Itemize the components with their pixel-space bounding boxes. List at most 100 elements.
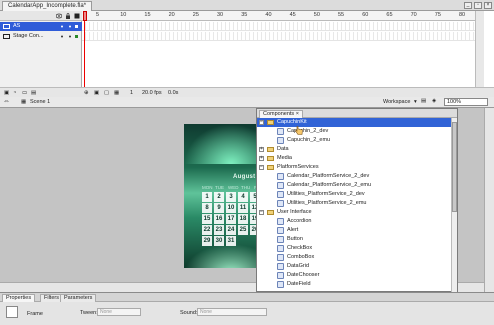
close-icon[interactable]: × <box>296 111 299 117</box>
component-item[interactable]: Utilities_PlatformService_2_dev <box>257 190 451 199</box>
component-item[interactable]: Alert <box>257 226 451 235</box>
collapse-icon[interactable]: − <box>259 120 264 125</box>
component-icon <box>277 281 284 288</box>
date-cell[interactable]: 9 <box>214 203 224 213</box>
tab-properties[interactable]: Properties <box>2 294 36 302</box>
zoom-select[interactable]: 100% <box>444 98 488 106</box>
date-cell[interactable]: 10 <box>226 203 236 213</box>
timeline-scrollbar[interactable] <box>475 11 484 97</box>
components-scrollbar[interactable] <box>451 118 457 292</box>
component-item[interactable]: DateChooser <box>257 271 451 280</box>
close-icon[interactable]: × <box>484 2 492 9</box>
component-folder[interactable]: − CapuchinKit <box>257 118 451 127</box>
tween-select[interactable]: None <box>97 308 141 316</box>
frame-number: 15 <box>144 12 151 18</box>
collapse-icon[interactable]: − <box>259 210 264 215</box>
stage-vertical-scrollbar[interactable] <box>484 108 494 292</box>
layer-toggles[interactable] <box>59 25 79 28</box>
onion-skin-icon[interactable]: ▣ <box>94 90 99 96</box>
outline-icon[interactable] <box>74 13 80 19</box>
component-folder[interactable]: − PlatformServices <box>257 163 451 172</box>
center-frame-icon[interactable]: ⊕ <box>84 90 89 96</box>
frames-row-stage-content[interactable] <box>82 32 484 41</box>
restore-icon[interactable]: ▫ <box>474 2 482 9</box>
document-tab[interactable]: CalendarApp_Incomplete.fla* <box>2 1 93 11</box>
component-item[interactable]: Capuchin_2_emu <box>257 136 451 145</box>
frame-ruler[interactable]: 5 10 15 20 25 30 35 40 45 50 55 60 65 70 75 80 <box>82 11 484 21</box>
component-label: CheckBox <box>287 245 313 251</box>
workspace-dropdown-icon[interactable]: ▾ <box>414 99 417 105</box>
layer-toggles[interactable] <box>59 35 79 38</box>
frame-number: 75 <box>434 12 441 18</box>
frames-area[interactable]: 5 10 15 20 25 30 35 40 45 50 55 60 65 70 75 80 <box>82 11 484 97</box>
component-label: Calendar_PlatformService_2_dev <box>287 173 370 179</box>
component-item[interactable]: Accordion <box>257 217 451 226</box>
component-item[interactable]: Calendar_PlatformService_2_emu <box>257 181 451 190</box>
playhead[interactable] <box>83 11 87 87</box>
playhead-handle[interactable] <box>83 11 87 21</box>
date-cell[interactable]: 25 <box>238 225 248 235</box>
date-cell[interactable]: 22 <box>202 225 212 235</box>
lock-icon[interactable] <box>65 13 71 19</box>
date-cell[interactable]: 1 <box>202 192 212 202</box>
component-item[interactable]: Button <box>257 235 451 244</box>
components-tab[interactable]: Components × <box>259 110 303 118</box>
component-label: User Interface <box>277 209 312 215</box>
component-folder[interactable]: − User Interface <box>257 208 451 217</box>
edit-frames-icon[interactable]: ▦ <box>114 90 119 96</box>
layer-row-as[interactable]: AS <box>0 22 82 31</box>
component-item[interactable]: DateField <box>257 280 451 289</box>
sound-select[interactable]: None <box>197 308 267 316</box>
component-icon <box>277 191 284 198</box>
component-item[interactable]: DataGrid <box>257 262 451 271</box>
workspace-menu[interactable]: Workspace <box>383 99 410 105</box>
edit-scene-icon[interactable]: ▤ <box>421 98 426 104</box>
component-item[interactable]: Utilities_PlatformService_2_emu <box>257 199 451 208</box>
component-item[interactable]: Calendar_PlatformService_2_dev <box>257 172 451 181</box>
onion-outline-icon[interactable]: ▢ <box>104 90 109 96</box>
date-cell[interactable]: 4 <box>238 192 248 202</box>
folder-icon <box>267 120 274 125</box>
component-item[interactable]: CheckBox <box>257 244 451 253</box>
component-folder[interactable]: + Data <box>257 145 451 154</box>
frames-row-as[interactable] <box>82 22 484 31</box>
component-label: Button <box>287 236 303 242</box>
frame-number: 70 <box>410 12 417 18</box>
document-tab-bar: CalendarApp_Incomplete.fla* _ ▫ × <box>0 0 494 11</box>
frame-number: 55 <box>338 12 345 18</box>
expand-icon[interactable]: + <box>259 156 264 161</box>
date-cell[interactable]: 23 <box>214 225 224 235</box>
scrollbar-thumb[interactable] <box>452 122 457 212</box>
component-item[interactable]: ComboBox <box>257 253 451 262</box>
collapse-icon[interactable]: − <box>259 165 264 170</box>
eye-icon[interactable] <box>56 13 62 19</box>
component-label: PlatformServices <box>277 164 319 170</box>
layer-row-stage-content[interactable]: Stage Con... <box>0 32 82 41</box>
minimize-icon[interactable]: _ <box>464 2 472 9</box>
scene-breadcrumb[interactable]: Scene 1 <box>30 99 50 105</box>
add-folder-icon[interactable]: ▭ <box>22 90 27 96</box>
component-icon <box>277 236 284 243</box>
tab-parameters[interactable]: Parameters <box>60 294 97 302</box>
folder-icon <box>267 210 274 215</box>
properties-tabs: Properties Filters Parameters <box>0 293 494 302</box>
date-cell[interactable]: 17 <box>226 214 236 224</box>
add-guide-icon[interactable]: ◔ <box>13 90 16 96</box>
add-layer-icon[interactable]: ▣ <box>4 90 9 96</box>
component-item[interactable]: Capuchin_2_dev <box>257 127 451 136</box>
back-arrow-icon[interactable]: ⇔ <box>3 98 10 105</box>
date-cell[interactable]: 8 <box>202 203 212 213</box>
date-cell[interactable]: 11 <box>238 203 248 213</box>
edit-symbol-icon[interactable]: ◈ <box>432 98 436 104</box>
date-cell[interactable]: 24 <box>226 225 236 235</box>
delete-layer-icon[interactable]: ▤ <box>31 90 36 96</box>
date-cell[interactable]: 15 <box>202 214 212 224</box>
component-folder[interactable]: + Media <box>257 154 451 163</box>
date-cell[interactable]: 2 <box>214 192 224 202</box>
components-tree[interactable]: − CapuchinKit Capuchin_2_dev Capuchin_2_emu… <box>257 118 451 292</box>
expand-icon[interactable]: + <box>259 147 264 152</box>
frame-number: 50 <box>313 12 320 18</box>
date-cell[interactable]: 3 <box>226 192 236 202</box>
date-cell[interactable]: 18 <box>238 214 248 224</box>
date-cell[interactable]: 16 <box>214 214 224 224</box>
